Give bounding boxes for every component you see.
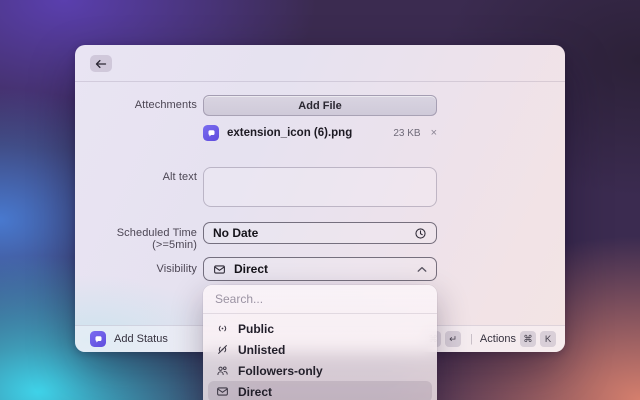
dropdown-search-input[interactable] <box>203 285 437 314</box>
attached-file-row: extension_icon (6).png 23 KB × <box>203 123 437 143</box>
dropdown-option-unlisted[interactable]: Unlisted <box>208 339 432 360</box>
dropdown-option-public[interactable]: Public <box>208 318 432 339</box>
dropdown-option-list: Public Unlisted Followers-only Direct <box>203 314 437 400</box>
option-label: Public <box>238 321 275 336</box>
file-name: extension_icon (6).png <box>227 127 353 139</box>
alt-text-input[interactable] <box>203 167 437 207</box>
file-size: 23 KB <box>393 127 421 139</box>
remove-file-icon[interactable]: × <box>431 127 437 139</box>
option-label: Direct <box>238 384 273 399</box>
visibility-label: Visibility <box>156 263 197 275</box>
option-label: Followers-only <box>238 363 323 378</box>
scheduled-time-label: Scheduled Time (>=5min) <box>116 227 197 251</box>
dropdown-option-followers-only[interactable]: Followers-only <box>208 360 432 381</box>
footer-divider: | <box>470 333 473 345</box>
attachments-label: Attechments <box>134 99 197 111</box>
envelope-icon <box>216 385 229 398</box>
file-thumbnail-icon <box>203 125 219 141</box>
alt-text-label: Alt text <box>162 171 197 183</box>
back-button[interactable] <box>90 55 112 72</box>
scheduled-time-input[interactable]: No Date <box>203 222 437 244</box>
visibility-dropdown: Public Unlisted <box>203 285 437 400</box>
app-icon <box>90 331 106 347</box>
dropdown-option-direct[interactable]: Direct <box>208 381 432 400</box>
desktop-background: Attechments Add File extension_icon (6).… <box>0 0 640 400</box>
followers-icon <box>216 364 229 377</box>
add-file-button[interactable]: Add File <box>203 95 437 116</box>
option-label: Unlisted <box>238 342 286 357</box>
window-header <box>75 45 565 82</box>
broadcast-icon <box>216 322 229 335</box>
enter-key-badge: ↵ <box>445 331 462 347</box>
envelope-icon <box>213 263 226 276</box>
visibility-select[interactable]: Direct <box>203 257 437 281</box>
scheduled-time-value: No Date <box>213 226 259 240</box>
arrow-left-icon <box>95 59 107 69</box>
clock-icon <box>414 227 427 240</box>
chevron-up-icon <box>417 266 427 273</box>
broadcast-off-icon <box>216 343 229 356</box>
visibility-value: Direct <box>234 262 269 276</box>
k-key-badge: K <box>540 331 556 347</box>
actions-button[interactable]: Actions <box>480 333 516 345</box>
cmd-key-badge: ⌘ <box>520 331 536 347</box>
add-file-button-label: Add File <box>298 99 342 112</box>
add-status-button[interactable]: Add Status <box>114 333 168 345</box>
